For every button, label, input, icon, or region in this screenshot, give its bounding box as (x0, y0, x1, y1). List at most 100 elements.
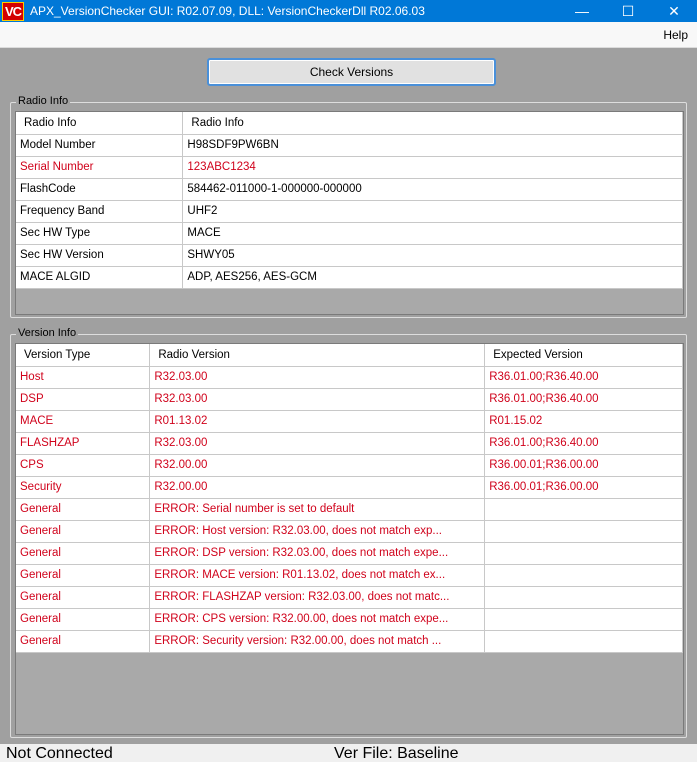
version-expected-cell[interactable]: R36.01.00;R36.40.00 (484, 366, 683, 389)
table-row[interactable]: FLASHZAP R32.03.00 R36.01.00;R36.40.00 (16, 432, 683, 455)
table-row[interactable]: Serial Number 123ABC1234 (16, 156, 683, 179)
version-expected-cell[interactable] (484, 608, 683, 631)
version-type-cell[interactable]: CPS (16, 454, 151, 477)
version-radio-cell[interactable]: R32.03.00 (149, 366, 486, 389)
table-row[interactable]: Sec HW Type MACE (16, 222, 683, 245)
version-type-cell[interactable]: DSP (16, 388, 151, 411)
table-row[interactable]: General ERROR: CPS version: R32.00.00, do… (16, 608, 683, 631)
version-radio-cell[interactable]: R32.00.00 (149, 454, 486, 477)
radio-info-value-cell[interactable]: UHF2 (182, 200, 683, 223)
status-bar: Not Connected Ver File: Baseline (0, 744, 697, 762)
radio-info-label-cell[interactable]: MACE ALGID (16, 266, 184, 289)
table-row[interactable]: Model Number H98SDF9PW6BN (16, 134, 683, 157)
close-button[interactable]: ✕ (651, 0, 697, 22)
table-row[interactable]: CPS R32.00.00 R36.00.01;R36.00.00 (16, 454, 683, 477)
column-header[interactable]: Expected Version (484, 344, 683, 367)
version-type-cell[interactable]: FLASHZAP (16, 432, 151, 455)
version-type-cell[interactable]: MACE (16, 410, 151, 433)
version-type-cell[interactable]: Security (16, 476, 151, 499)
version-type-cell[interactable]: General (16, 498, 151, 521)
table-row[interactable]: General ERROR: MACE version: R01.13.02, d… (16, 564, 683, 587)
version-type-cell[interactable]: General (16, 520, 151, 543)
radio-info-value-cell[interactable]: 123ABC1234 (182, 156, 683, 179)
version-type-cell[interactable]: Host (16, 366, 151, 389)
version-expected-cell[interactable]: R01.15.02 (484, 410, 683, 433)
column-header[interactable]: Radio Info (182, 112, 683, 135)
check-versions-button[interactable]: Check Versions (207, 58, 496, 86)
connection-status: Not Connected (6, 745, 113, 762)
radio-info-value-cell[interactable]: H98SDF9PW6BN (182, 134, 683, 157)
table-row[interactable]: Security R32.00.00 R36.00.01;R36.00.00 (16, 476, 683, 499)
version-info-header-row: Version Type Radio Version Expected Vers… (16, 344, 683, 367)
radio-info-label-cell[interactable]: Serial Number (16, 156, 184, 179)
radio-info-label-cell[interactable]: Sec HW Type (16, 222, 184, 245)
ver-file-status: Ver File: Baseline (334, 745, 459, 762)
radio-info-label-cell[interactable]: FlashCode (16, 178, 184, 201)
version-info-table: Version Type Radio Version Expected Vers… (16, 344, 683, 653)
version-radio-cell[interactable]: R32.00.00 (149, 476, 486, 499)
column-header[interactable]: Radio Info (16, 112, 184, 135)
version-radio-cell[interactable]: ERROR: DSP version: R32.03.00, does not … (149, 542, 486, 565)
version-radio-cell[interactable]: ERROR: Security version: R32.00.00, does… (149, 630, 486, 653)
menu-help[interactable]: Help (663, 28, 688, 42)
version-expected-cell[interactable] (484, 564, 683, 587)
table-row[interactable]: General ERROR: Host version: R32.03.00, d… (16, 520, 683, 543)
table-row[interactable]: General ERROR: DSP version: R32.03.00, do… (16, 542, 683, 565)
minimize-button[interactable]: — (559, 0, 605, 22)
version-info-grid[interactable]: Version Type Radio Version Expected Vers… (15, 343, 684, 735)
version-expected-cell[interactable]: R36.01.00;R36.40.00 (484, 388, 683, 411)
table-row[interactable]: General ERROR: Serial number is set to de… (16, 498, 683, 521)
radio-info-group: Radio Info Radio Info Radio Info Model N… (10, 95, 687, 318)
radio-info-value-cell[interactable]: ADP, AES256, AES-GCM (182, 266, 683, 289)
version-expected-cell[interactable] (484, 630, 683, 653)
maximize-button[interactable]: ☐ (605, 0, 651, 22)
version-radio-cell[interactable]: ERROR: MACE version: R01.13.02, does not… (149, 564, 486, 587)
radio-info-value-cell[interactable]: MACE (182, 222, 683, 245)
version-type-cell[interactable]: General (16, 630, 151, 653)
version-radio-cell[interactable]: R01.13.02 (149, 410, 486, 433)
table-row[interactable]: FlashCode 584462-011000-1-000000-000000 (16, 178, 683, 201)
radio-info-label-cell[interactable]: Frequency Band (16, 200, 184, 223)
column-header[interactable]: Radio Version (149, 344, 486, 367)
version-expected-cell[interactable]: R36.01.00;R36.40.00 (484, 432, 683, 455)
version-info-title: Version Info (16, 327, 79, 339)
version-radio-cell[interactable]: ERROR: Host version: R32.03.00, does not… (149, 520, 486, 543)
version-expected-cell[interactable] (484, 542, 683, 565)
table-row[interactable]: Host R32.03.00 R36.01.00;R36.40.00 (16, 366, 683, 389)
window-controls: — ☐ ✕ (559, 0, 697, 22)
version-expected-cell[interactable] (484, 498, 683, 521)
radio-info-table: Radio Info Radio Info Model Number H98SDF… (16, 112, 683, 289)
version-radio-cell[interactable]: R32.03.00 (149, 388, 486, 411)
version-radio-cell[interactable]: ERROR: Serial number is set to default (149, 498, 486, 521)
radio-info-value-cell[interactable]: 584462-011000-1-000000-000000 (182, 178, 683, 201)
menu-bar: Help (0, 22, 697, 48)
version-expected-cell[interactable]: R36.00.01;R36.00.00 (484, 476, 683, 499)
table-row[interactable]: MACE ALGID ADP, AES256, AES-GCM (16, 266, 683, 289)
version-radio-cell[interactable]: R32.03.00 (149, 432, 486, 455)
window-title: APX_VersionChecker GUI: R02.07.09, DLL: … (30, 4, 425, 18)
version-type-cell[interactable]: General (16, 608, 151, 631)
table-row[interactable]: MACE R01.13.02 R01.15.02 (16, 410, 683, 433)
table-row[interactable]: General ERROR: Security version: R32.00.0… (16, 630, 683, 653)
version-type-cell[interactable]: General (16, 564, 151, 587)
column-header[interactable]: Version Type (16, 344, 151, 367)
version-expected-cell[interactable] (484, 520, 683, 543)
version-expected-cell[interactable]: R36.00.01;R36.00.00 (484, 454, 683, 477)
radio-info-label-cell[interactable]: Sec HW Version (16, 244, 184, 267)
version-radio-cell[interactable]: ERROR: FLASHZAP version: R32.03.00, does… (149, 586, 486, 609)
version-radio-cell[interactable]: ERROR: CPS version: R32.00.00, does not … (149, 608, 486, 631)
version-expected-cell[interactable] (484, 586, 683, 609)
version-info-group: Version Info Version Type Radio Version … (10, 327, 687, 738)
radio-info-value-cell[interactable]: SHWY05 (182, 244, 683, 267)
table-row[interactable]: DSP R32.03.00 R36.01.00;R36.40.00 (16, 388, 683, 411)
radio-info-header-row: Radio Info Radio Info (16, 112, 683, 135)
title-bar: VC APX_VersionChecker GUI: R02.07.09, DL… (0, 0, 697, 22)
version-type-cell[interactable]: General (16, 586, 151, 609)
app-logo-icon: VC (2, 1, 24, 21)
radio-info-grid[interactable]: Radio Info Radio Info Model Number H98SDF… (15, 111, 684, 315)
version-type-cell[interactable]: General (16, 542, 151, 565)
radio-info-label-cell[interactable]: Model Number (16, 134, 184, 157)
table-row[interactable]: Frequency Band UHF2 (16, 200, 683, 223)
table-row[interactable]: Sec HW Version SHWY05 (16, 244, 683, 267)
table-row[interactable]: General ERROR: FLASHZAP version: R32.03.0… (16, 586, 683, 609)
